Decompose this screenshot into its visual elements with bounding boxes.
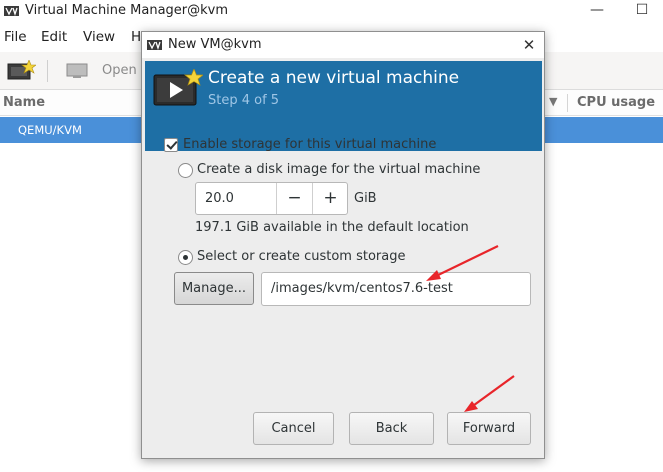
column-cpu-usage[interactable]: CPU usage (577, 95, 655, 110)
new-vm-monitor-icon (153, 69, 203, 106)
open-console-icon[interactable] (66, 63, 88, 79)
menu-edit[interactable]: Edit (41, 29, 67, 45)
column-name[interactable]: Name (3, 95, 45, 110)
menu-view[interactable]: View (83, 29, 115, 45)
back-button[interactable]: Back (349, 412, 434, 445)
storage-path-input[interactable]: /images/kvm/centos7.6-test (261, 272, 531, 306)
manage-button[interactable]: Manage... (174, 272, 254, 305)
maximize-button[interactable]: ☐ (628, 0, 656, 20)
storage-path-value[interactable]: /images/kvm/centos7.6-test (271, 281, 453, 296)
main-window-title: Virtual Machine Manager@kvm (25, 3, 229, 18)
menu-help[interactable]: H (131, 29, 141, 45)
custom-storage-radio[interactable] (178, 250, 193, 265)
cancel-button[interactable]: Cancel (253, 412, 334, 445)
enable-storage-label[interactable]: Enable storage for this virtual machine (183, 137, 436, 152)
close-icon[interactable]: ✕ (518, 34, 540, 56)
decrement-button[interactable]: − (276, 183, 312, 214)
new-vm-dialog: New VM@kvm ✕ Create a new virtual machin… (141, 31, 545, 459)
virt-manager-icon (147, 40, 162, 50)
menu-file[interactable]: File (4, 29, 27, 45)
disk-size-stepper[interactable]: 20.0 − + (195, 182, 348, 215)
disk-size-unit: GiB (354, 191, 377, 206)
dialog-titlebar: New VM@kvm ✕ (142, 32, 544, 58)
column-divider (567, 94, 568, 112)
main-window-titlebar: Virtual Machine Manager@kvm — ☐ (0, 0, 663, 24)
chevron-down-icon[interactable]: ▼ (549, 95, 557, 108)
wizard-title: Create a new virtual machine (208, 68, 460, 88)
increment-button[interactable]: + (312, 183, 348, 214)
virt-manager-icon (4, 6, 19, 16)
dialog-title: New VM@kvm (168, 37, 262, 52)
open-button-label[interactable]: Open (102, 63, 137, 78)
minimize-button[interactable]: — (583, 0, 611, 20)
forward-button[interactable]: Forward (447, 412, 531, 445)
toolbar-separator (47, 60, 48, 82)
create-disk-label[interactable]: Create a disk image for the virtual mach… (197, 162, 480, 177)
new-vm-icon[interactable] (6, 60, 36, 82)
connection-label: QEMU/KVM (18, 123, 82, 137)
custom-storage-label[interactable]: Select or create custom storage (197, 249, 405, 264)
enable-storage-checkbox[interactable] (164, 138, 178, 152)
available-space-text: 197.1 GiB available in the default locat… (195, 220, 469, 235)
disk-size-value[interactable]: 20.0 (205, 191, 234, 206)
wizard-step: Step 4 of 5 (208, 93, 280, 108)
create-disk-radio[interactable] (178, 163, 193, 178)
